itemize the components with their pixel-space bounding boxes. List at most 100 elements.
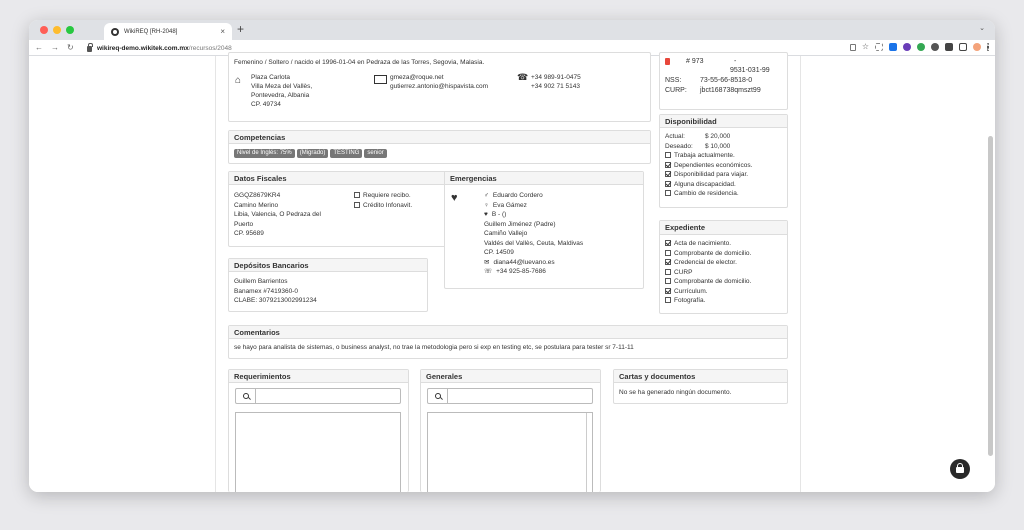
expediente-item: Currículum. [665,287,782,297]
profile-summary: Femenino / Soltero / nacido el 1996-01-0… [234,59,485,66]
cartas-title: Cartas y documentos [614,370,787,383]
back-arrow-icon[interactable]: ← [35,43,43,52]
emergency-email[interactable]: diana44@luevano.es [493,259,554,266]
depositos-panel: Depósitos Bancarios Guillem Barrientos B… [228,258,428,312]
generales-search-input[interactable] [448,389,592,403]
url-host: wikireq-demo.wikitek.com.mx [97,44,189,52]
page-scrollbar[interactable] [988,136,993,456]
checkbox-label: CURP [674,268,693,276]
checkbox-checked-icon [665,287,671,294]
fiscal-check-item: Requiere recibo. [354,191,412,201]
phone-icon: ☏ [484,268,493,275]
checkbox-label: Currículum. [674,287,708,295]
comentarios-title: Comentarios [229,326,787,339]
profile-address: Plaza Carlota Villa Meza del Vallès, Pon… [251,73,312,109]
checkbox-checked-icon [665,240,671,246]
lock-fab-button[interactable] [950,459,970,479]
checkbox-label: Cambio de residencia. [674,190,739,197]
curp-value: jbct168738qmszt99 [700,87,761,94]
fiscal-line: Puerto [234,220,254,228]
checkbox-icon [665,152,671,158]
id-phone-extra: 9531-031-99 [730,67,770,74]
emergency-line: Guillem Jiménez (Padre) [484,220,556,228]
browser-tab[interactable]: WikiREQ [RH-2048] × [104,23,232,40]
extension-purple-icon[interactable] [903,43,911,51]
blood-type: ♥ B - () [484,210,583,220]
phone-icon: ☎ [517,72,529,82]
expediente-item: Comprobante de domicilio. [665,249,782,259]
extension-blue-icon[interactable] [889,43,897,51]
search-button[interactable] [236,389,256,403]
home-icon: ⌂ [235,75,242,86]
checkbox-label: Credencial de elector. [674,259,737,266]
list-scrollbar[interactable] [586,413,592,492]
requerimientos-list[interactable] [235,412,401,492]
generales-list[interactable] [427,412,593,492]
competencias-title: Competencias [229,131,650,144]
bookmark-star-icon[interactable]: ☆ [862,43,869,51]
disponibilidad-item: Trabaja actualmente. [665,151,782,161]
fiscal-check-item: Crédito Infonavit. [354,201,412,211]
checkbox-label: Fotografía. [674,297,706,304]
checkbox-icon [665,190,671,196]
cartas-empty-message: No se ha generado ningún documento. [619,389,732,396]
checkbox-label: Disponibilidad para viajar. [674,171,749,178]
deposit-line: Banamex #7419360-0 [234,287,298,295]
search-button[interactable] [428,389,448,403]
page-content: Femenino / Soltero / nacido el 1996-01-0… [29,52,995,492]
tab-search-chevron-icon[interactable]: ⌄ [979,24,985,32]
disponibilidad-item: Alguna discapacidad. [665,180,782,190]
female-contact: ♀ Eva Gámez [484,201,583,211]
envelope-icon [374,75,387,84]
requerimientos-title: Requerimientos [229,370,408,383]
cartas-panel: Cartas y documentos No se ha generado ni… [613,369,788,404]
profile-phones: +34 989-91-0475 +34 902 71 5143 [531,73,581,91]
profile-avatar[interactable] [973,43,981,51]
minimize-window-button[interactable] [53,26,61,34]
phone-number: +34 989-91-0475 [531,74,581,81]
share-icon[interactable] [849,43,856,51]
salary-deseado-label: Deseado: [665,142,693,150]
address-line: Pontevedra, Albania [251,92,310,99]
envelope-icon: ✉ [484,258,490,266]
address-line: CP. 49734 [251,101,281,108]
extension-gear-icon[interactable] [931,43,939,51]
email-link[interactable]: gmeza@roque.net [390,73,488,82]
contact-name: Eva Gámez [492,201,527,209]
requerimientos-search-input[interactable] [256,389,400,403]
sidebar-toggle-icon[interactable] [959,43,967,51]
fiscal-line: Camino Merino [234,201,279,209]
expediente-title: Expediente [660,221,787,235]
expediente-item: Credencial de elector. [665,258,782,268]
new-tab-button[interactable]: + [237,22,244,36]
reload-icon[interactable]: ↻ [67,43,74,52]
address-line: Villa Meza del Vallès, [251,83,313,90]
comentarios-text: se hayo para analista de sistemas, o bus… [234,344,634,351]
tab-close-icon[interactable]: × [220,27,225,36]
male-contact: ♂ Eduardo Cordero [484,191,583,201]
search-icon [434,393,441,399]
checkbox-icon [665,249,671,256]
screenshot-icon[interactable] [875,43,883,51]
email-link[interactable]: gutierrez.antonio@hispavista.com [390,82,488,91]
skill-badge: (Migrado) [296,149,329,158]
tab-title: WikiREQ [RH-2048] [124,28,178,35]
disponibilidad-item: Disponibilidad para viajar. [665,170,782,180]
checkbox-icon [354,192,360,198]
close-window-button[interactable] [40,26,48,34]
checkbox-icon [665,268,671,275]
checkbox-icon [354,201,360,208]
requerimientos-search [235,388,401,404]
search-icon [242,393,249,399]
maximize-window-button[interactable] [66,26,74,34]
forward-arrow-icon[interactable]: → [51,43,59,52]
extensions-puzzle-icon[interactable] [945,43,953,51]
depositos-title: Depósitos Bancarios [229,259,427,272]
browser-menu-icon[interactable] [987,43,989,51]
fiscal-address: GGQZ8679KR4 Camino Merino Libia, Valenci… [234,191,349,239]
extension-green-icon[interactable] [917,43,925,51]
emergency-line: CP. 14509 [484,249,514,256]
nss-label: NSS: [665,77,682,84]
emergencias-body: ♂ Eduardo Cordero ♀ Eva Gámez ♥ B - () Guil… [484,191,583,277]
disponibilidad-body: Actual: $ 20,000 Deseado: $ 10,000 Trabaja… [660,128,787,203]
